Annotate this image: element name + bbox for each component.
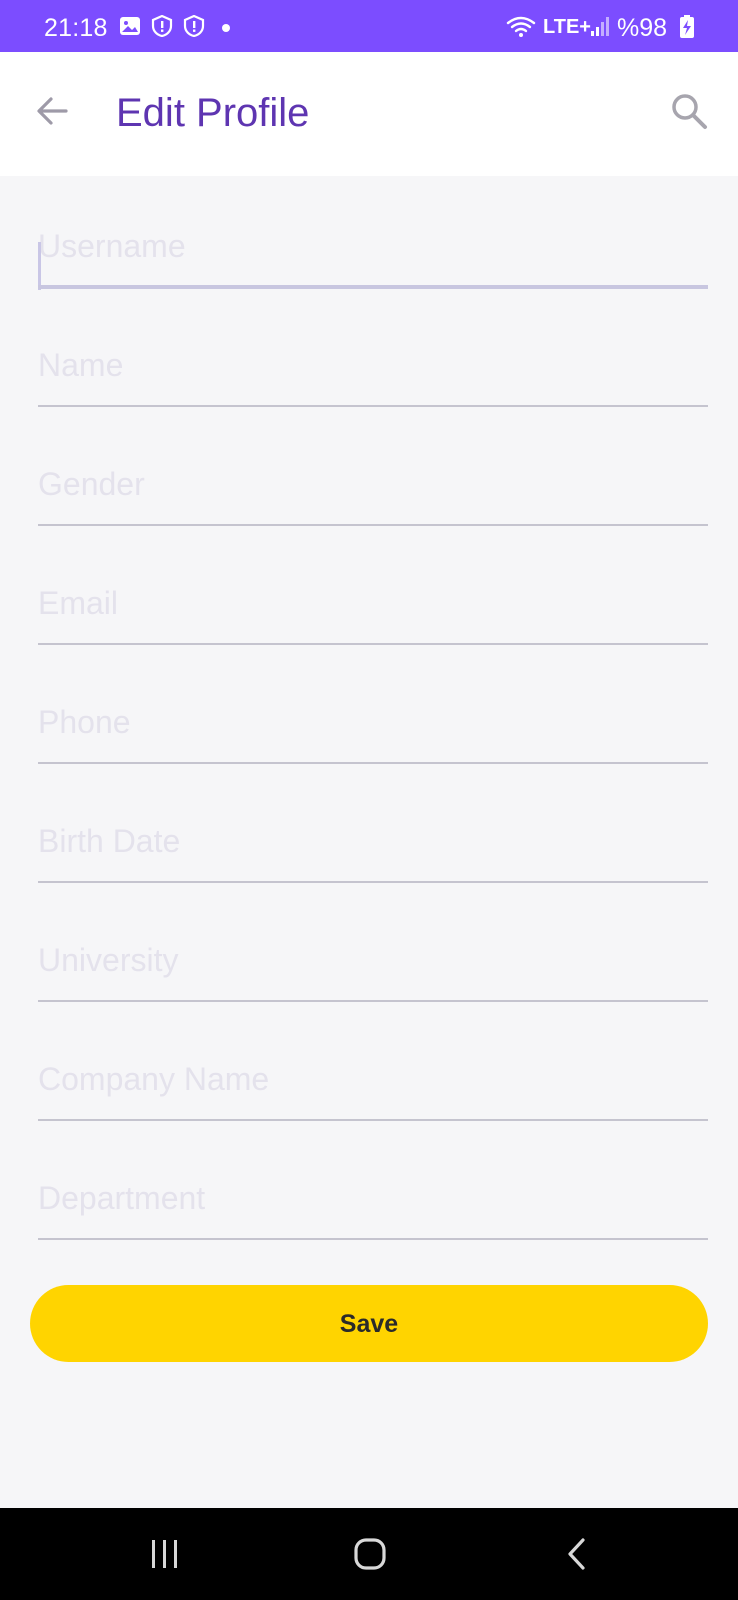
gender-underline xyxy=(38,524,708,526)
department-underline xyxy=(38,1238,708,1240)
arrow-left-icon[interactable] xyxy=(30,88,76,134)
email-field-container xyxy=(38,533,708,652)
company-name-field-container xyxy=(38,1009,708,1128)
department-field-container xyxy=(38,1128,708,1247)
profile-form xyxy=(38,176,708,1247)
phone-field-container xyxy=(38,652,708,771)
notification-dot xyxy=(222,24,230,32)
company-name-input[interactable] xyxy=(38,1057,708,1101)
username-field-container xyxy=(38,176,708,295)
status-time: 21:18 xyxy=(44,14,108,42)
battery-charging-icon xyxy=(680,15,694,38)
name-field-container xyxy=(38,295,708,414)
department-input[interactable] xyxy=(38,1176,708,1220)
image-icon xyxy=(119,15,141,37)
gender-field-container xyxy=(38,414,708,533)
wifi-icon xyxy=(506,15,536,37)
save-button[interactable]: Save xyxy=(30,1285,708,1362)
name-underline xyxy=(38,405,708,407)
text-cursor xyxy=(38,242,41,290)
gender-input[interactable] xyxy=(38,462,708,506)
system-nav-bar xyxy=(0,1508,738,1600)
shield-alert-icon xyxy=(151,15,173,37)
university-input[interactable] xyxy=(38,938,708,982)
back-icon[interactable] xyxy=(556,1532,600,1576)
battery-percent: %98 xyxy=(617,14,668,42)
username-underline xyxy=(38,285,708,289)
email-input[interactable] xyxy=(38,581,708,625)
name-input[interactable] xyxy=(38,343,708,387)
shield-alert-icon xyxy=(183,15,205,37)
email-underline xyxy=(38,643,708,645)
company-name-underline xyxy=(38,1119,708,1121)
birth-date-underline xyxy=(38,881,708,883)
phone-input[interactable] xyxy=(38,700,708,744)
phone-underline xyxy=(38,762,708,764)
birth-date-input[interactable] xyxy=(38,819,708,863)
signal-icon xyxy=(590,15,610,37)
page-title: Edit Profile xyxy=(116,91,310,135)
home-icon[interactable] xyxy=(348,1532,392,1576)
recent-apps-icon[interactable] xyxy=(143,1532,187,1576)
search-icon[interactable] xyxy=(668,90,710,132)
status-bar: 21:18 LTE+ %98 xyxy=(0,0,738,52)
app-bar: Edit Profile xyxy=(0,52,738,176)
birth-date-field-container xyxy=(38,771,708,890)
university-underline xyxy=(38,1000,708,1002)
university-field-container xyxy=(38,890,708,1009)
username-input[interactable] xyxy=(38,224,708,268)
network-type: LTE+ xyxy=(543,16,591,38)
